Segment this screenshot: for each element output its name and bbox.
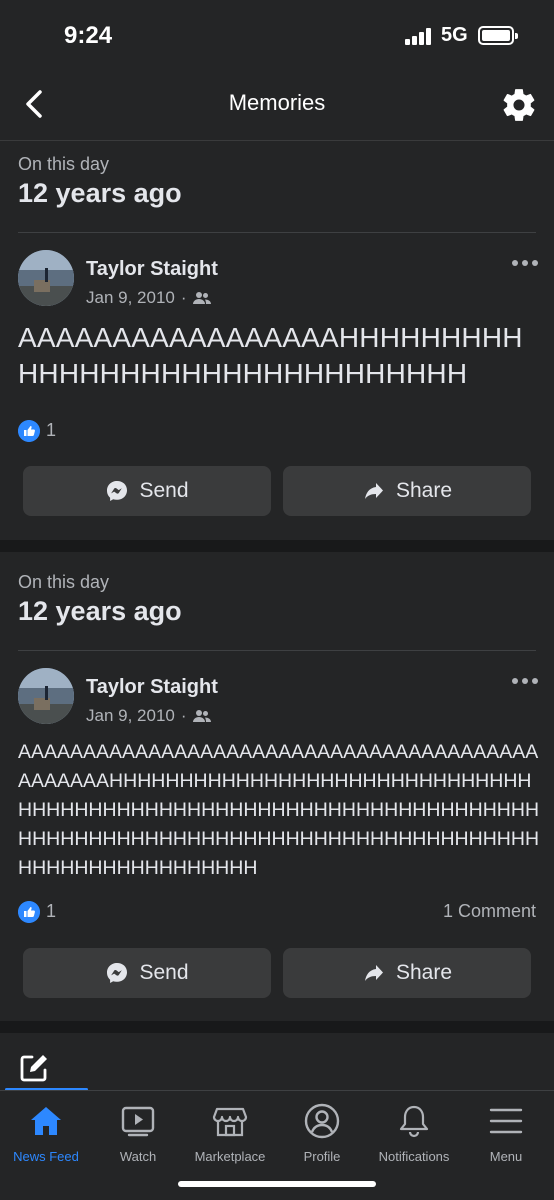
- section-separator: [0, 1021, 554, 1033]
- marketplace-icon: [212, 1107, 248, 1137]
- tab-label: News Feed: [13, 1149, 79, 1164]
- like-icon: [18, 901, 40, 923]
- more-options-icon[interactable]: [512, 678, 540, 686]
- post-meta: Jan 9, 2010 ·: [86, 288, 211, 308]
- friends-icon: [192, 710, 211, 722]
- avatar[interactable]: [18, 250, 74, 306]
- tab-news-feed[interactable]: News Feed: [0, 1103, 92, 1164]
- years-ago-heading: 12 years ago: [18, 596, 182, 626]
- compose-icon[interactable]: [18, 1052, 50, 1084]
- menu-icon: [489, 1108, 523, 1134]
- post-text: AAAAAAAAAAAAAAAAAAAAAAAAAAAAAAAAAAAAAAAA…: [18, 741, 540, 879]
- tab-notifications[interactable]: Notifications: [368, 1103, 460, 1164]
- like-icon: [18, 420, 40, 442]
- tab-marketplace[interactable]: Marketplace: [184, 1103, 276, 1164]
- section-separator: [0, 540, 554, 552]
- like-count: 1: [46, 420, 57, 440]
- home-icon: [31, 1107, 61, 1135]
- tab-watch[interactable]: Watch: [92, 1103, 184, 1164]
- page-title: Memories: [228, 90, 326, 115]
- profile-icon: [304, 1103, 340, 1139]
- tab-label: Watch: [119, 1149, 157, 1164]
- more-options-icon[interactable]: [512, 260, 540, 268]
- reactions-row[interactable]: 1 1 Comment: [18, 901, 536, 925]
- status-time: 9:24: [64, 22, 113, 49]
- status-bar: 9:24 5G: [0, 0, 554, 70]
- like-count: 1: [46, 901, 57, 921]
- messenger-icon: [107, 963, 128, 983]
- post-date[interactable]: Jan 9, 2010: [86, 288, 175, 308]
- share-arrow-icon: [364, 483, 383, 499]
- friends-icon: [192, 292, 211, 304]
- battery-icon: [478, 26, 518, 45]
- network-type: 5G: [441, 24, 468, 46]
- on-this-day-label: On this day: [18, 572, 110, 592]
- share-label: Share: [395, 961, 453, 984]
- post-text: AAAAAAAAAAAAAAAAAHHHHHHHHHHHHHHHHHHHHHHH…: [18, 322, 523, 389]
- tab-profile[interactable]: Profile: [276, 1103, 368, 1164]
- home-indicator: [178, 1181, 376, 1187]
- comment-count[interactable]: 1 Comment: [443, 901, 536, 922]
- send-button[interactable]: Send: [23, 466, 271, 516]
- tab-label: Marketplace: [194, 1149, 266, 1164]
- gear-icon[interactable]: [500, 86, 538, 124]
- watch-icon: [121, 1106, 155, 1137]
- tab-label: Profile: [303, 1149, 341, 1164]
- header-divider: [0, 140, 554, 141]
- header: Memories: [0, 70, 554, 140]
- share-button[interactable]: Share: [283, 466, 531, 516]
- meta-separator: ·: [180, 706, 187, 725]
- tab-label: Notifications: [378, 1149, 450, 1164]
- tab-menu[interactable]: Menu: [460, 1103, 552, 1164]
- meta-separator: ·: [180, 288, 187, 307]
- tab-label: Menu: [489, 1149, 523, 1164]
- author-name[interactable]: Taylor Staight: [86, 676, 218, 699]
- post-date[interactable]: Jan 9, 2010: [86, 706, 175, 726]
- reactions-row[interactable]: 1: [18, 420, 536, 444]
- signal-icon: [405, 27, 435, 45]
- divider: [18, 232, 536, 233]
- messenger-icon: [107, 481, 128, 501]
- post-meta: Jan 9, 2010 ·: [86, 706, 211, 726]
- send-button[interactable]: Send: [23, 948, 271, 998]
- share-arrow-icon: [364, 965, 383, 981]
- share-label: Share: [395, 479, 453, 502]
- author-name[interactable]: Taylor Staight: [86, 258, 218, 281]
- avatar[interactable]: [18, 668, 74, 724]
- divider: [18, 650, 536, 651]
- years-ago-heading: 12 years ago: [18, 178, 182, 208]
- bell-icon: [399, 1105, 429, 1138]
- send-label: Send: [139, 479, 189, 502]
- send-label: Send: [139, 961, 189, 984]
- share-button[interactable]: Share: [283, 948, 531, 998]
- on-this-day-label: On this day: [18, 154, 110, 174]
